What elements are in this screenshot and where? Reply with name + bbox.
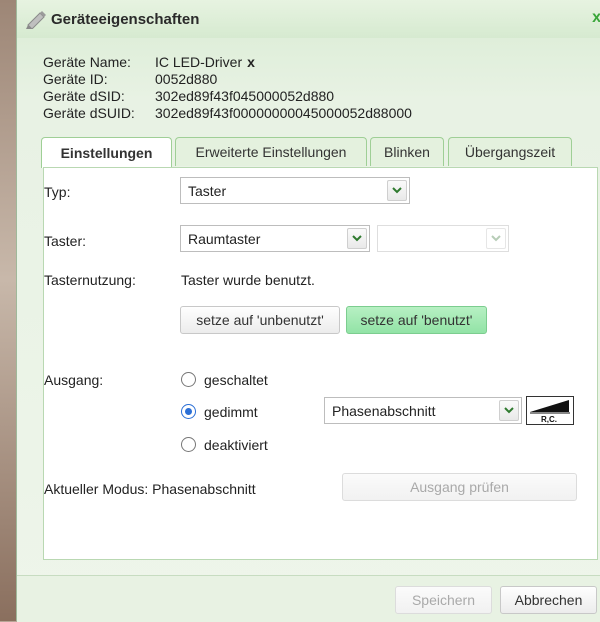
device-dsuid-label: Geräte dSUID: — [43, 105, 135, 121]
radio-geschaltet[interactable] — [181, 372, 196, 387]
device-properties-dialog: Geräteeigenschaften x Geräte Name: IC LE… — [16, 0, 600, 622]
radio-gedimmt-label[interactable]: gedimmt — [204, 404, 258, 420]
device-dsuid-value: 302ed89f43f00000000045000052d88000 — [155, 105, 412, 121]
tab-uebergangszeit[interactable]: Übergangszeit — [448, 137, 572, 166]
close-icon[interactable]: x — [592, 9, 600, 27]
title-bar[interactable]: Geräteeigenschaften x — [17, 0, 600, 38]
radio-geschaltet-label[interactable]: geschaltet — [204, 372, 268, 388]
save-button[interactable]: Speichern — [395, 586, 492, 614]
usage-status-text: Taster wurde benutzt. — [181, 272, 315, 288]
dialog-title: Geräteeigenschaften — [51, 11, 200, 28]
taster-select-value: Raumtaster — [188, 230, 261, 247]
dimming-mode-value: Phasenabschnitt — [332, 402, 436, 419]
chevron-down-icon[interactable] — [347, 228, 367, 249]
typ-select-value: Taster — [188, 182, 227, 199]
usage-label: Tasternutzung: — [44, 272, 136, 288]
radio-deaktiviert-label[interactable]: deaktiviert — [204, 437, 268, 453]
dimming-curve-icon: R,C. — [526, 396, 574, 425]
device-dsid-label: Geräte dSID: — [43, 88, 125, 104]
chevron-down-icon[interactable] — [499, 400, 519, 421]
radio-gedimmt[interactable] — [181, 404, 196, 419]
tab-einstellungen[interactable]: Einstellungen — [41, 137, 172, 168]
device-id-row: Geräte ID: 0052d880 — [43, 71, 412, 88]
device-dsid-row: Geräte dSID: 302ed89f43f045000052d880 — [43, 88, 412, 105]
set-unused-button[interactable]: setze auf 'unbenutzt' — [180, 306, 340, 334]
output-label: Ausgang: — [44, 372, 104, 388]
check-output-button[interactable]: Ausgang prüfen — [342, 473, 577, 501]
device-name-value: IC LED-Driver — [155, 54, 243, 70]
chevron-down-icon[interactable] — [486, 228, 506, 249]
dimming-curve-label: R,C. — [541, 415, 557, 424]
device-name-row: Geräte Name: IC LED-Driver x — [43, 54, 412, 71]
device-dsid-value: 302ed89f43f045000052d880 — [155, 88, 335, 104]
device-info: Geräte Name: IC LED-Driver x Geräte ID: … — [43, 54, 412, 122]
device-name-label: Geräte Name: — [43, 54, 131, 70]
current-mode-text: Aktueller Modus: Phasenabschnitt — [44, 481, 256, 497]
taster-select[interactable]: Raumtaster — [180, 225, 370, 252]
edit-name-icon[interactable]: x — [247, 54, 255, 71]
chevron-down-icon[interactable] — [387, 180, 407, 201]
typ-select[interactable]: Taster — [180, 177, 410, 204]
pen-icon — [25, 9, 47, 30]
radio-deaktiviert[interactable] — [181, 437, 196, 452]
typ-label: Typ: — [44, 184, 71, 200]
tab-blinken[interactable]: Blinken — [370, 137, 444, 166]
dimming-mode-select[interactable]: Phasenabschnitt — [324, 397, 522, 424]
taster-label: Taster: — [44, 233, 87, 249]
set-used-button[interactable]: setze auf 'benutzt' — [346, 306, 487, 334]
device-dsuid-row: Geräte dSUID: 302ed89f43f000000000450000… — [43, 105, 412, 122]
tab-erweiterte-einstellungen[interactable]: Erweiterte Einstellungen — [175, 137, 367, 166]
device-id-value: 0052d880 — [155, 71, 218, 87]
device-id-label: Geräte ID: — [43, 71, 108, 87]
taster-secondary-select[interactable] — [377, 225, 509, 252]
cancel-button[interactable]: Abbrechen — [500, 586, 597, 614]
